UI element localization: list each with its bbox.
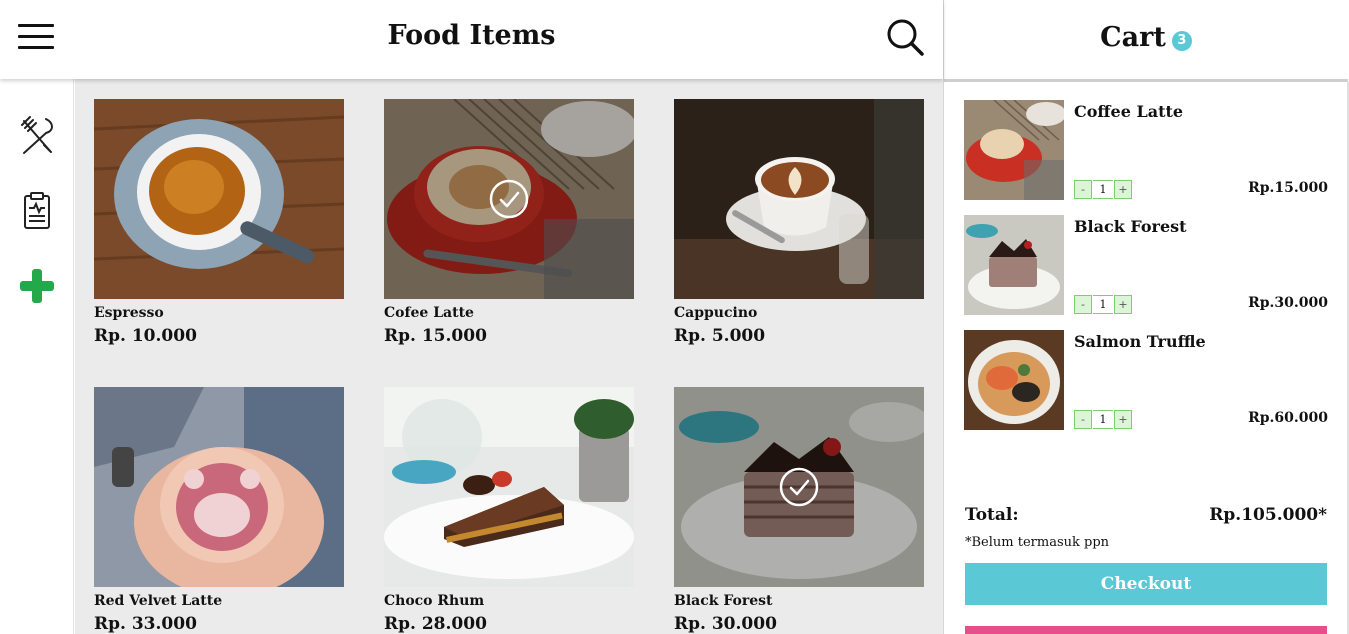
- food-image: [384, 99, 634, 299]
- total-label: Total:: [965, 505, 1019, 525]
- food-name: Black Forest: [674, 593, 773, 609]
- quantity-stepper: - 1 +: [1074, 410, 1132, 429]
- food-image: [94, 99, 344, 299]
- cart-item-image: [964, 215, 1064, 315]
- page-title: Food Items: [387, 20, 556, 51]
- cart-item-image: [964, 330, 1064, 430]
- food-name: Cofee Latte: [384, 305, 474, 321]
- food-card[interactable]: Cappucino Rp. 5.000: [674, 99, 924, 359]
- cart-item: Salmon Truffle - 1 + Rp.60.000: [964, 330, 1328, 430]
- food-price: Rp. 28.000: [384, 614, 487, 634]
- quantity-value[interactable]: 1: [1093, 295, 1113, 314]
- increase-button[interactable]: +: [1114, 410, 1132, 429]
- cart-item-name: Coffee Latte: [1074, 102, 1184, 121]
- cart-item-price: Rp.60.000: [1248, 410, 1328, 426]
- decrease-button[interactable]: -: [1074, 295, 1092, 314]
- check-circle-icon: [489, 179, 529, 219]
- cart-item-price: Rp.15.000: [1248, 180, 1328, 196]
- food-price: Rp. 33.000: [94, 614, 197, 634]
- food-name: Cappucino: [674, 305, 758, 321]
- food-card[interactable]: Choco Rhum Rp. 28.000: [384, 387, 634, 634]
- cart-title: Cart: [1100, 22, 1166, 53]
- food-price: Rp. 10.000: [94, 326, 197, 346]
- quantity-stepper: - 1 +: [1074, 295, 1132, 314]
- food-price: Rp. 15.000: [384, 326, 487, 346]
- cart-item-price: Rp.30.000: [1248, 295, 1328, 311]
- food-name: Red Velvet Latte: [94, 593, 223, 609]
- food-grid: Espresso Rp. 10.000 Cofee Latte Rp. 15.0…: [75, 79, 943, 634]
- cart-item: Coffee Latte - 1 + Rp.15.000: [964, 100, 1328, 200]
- sidebar: [0, 79, 74, 634]
- food-price: Rp. 5.000: [674, 326, 766, 346]
- cart-item-name: Salmon Truffle: [1074, 332, 1206, 351]
- food-card[interactable]: Espresso Rp. 10.000: [94, 99, 344, 359]
- food-image: [384, 387, 634, 587]
- food-card[interactable]: Red Velvet Latte Rp. 33.000: [94, 387, 344, 634]
- total-value: Rp.105.000*: [1209, 505, 1327, 525]
- quantity-value[interactable]: 1: [1093, 180, 1113, 199]
- food-price: Rp. 30.000: [674, 614, 777, 634]
- cart-item-image: [964, 100, 1064, 200]
- tax-note: *Belum termasuk ppn: [965, 535, 1110, 550]
- food-image: [674, 99, 924, 299]
- quantity-value[interactable]: 1: [1093, 410, 1113, 429]
- increase-button[interactable]: +: [1114, 295, 1132, 314]
- food-image: [94, 387, 344, 587]
- cart-item-name: Black Forest: [1074, 217, 1187, 236]
- cart-item: Black Forest - 1 + Rp.30.000: [964, 215, 1328, 315]
- cart-panel: Cart 3 Coffee Latte - 1 + Rp.15.000 Blac…: [943, 0, 1349, 634]
- fork-knife-icon[interactable]: [16, 115, 58, 157]
- clipboard-icon[interactable]: [16, 191, 58, 233]
- increase-button[interactable]: +: [1114, 180, 1132, 199]
- cancel-button[interactable]: [965, 626, 1327, 634]
- cart-header: Cart 3: [944, 0, 1348, 82]
- decrease-button[interactable]: -: [1074, 410, 1092, 429]
- food-name: Choco Rhum: [384, 593, 485, 609]
- food-card[interactable]: Black Forest Rp. 30.000: [674, 387, 924, 634]
- plus-icon[interactable]: [16, 265, 58, 307]
- search-icon[interactable]: [886, 18, 924, 56]
- food-card[interactable]: Cofee Latte Rp. 15.000: [384, 99, 634, 359]
- quantity-stepper: - 1 +: [1074, 180, 1132, 199]
- checkout-button[interactable]: Checkout: [965, 563, 1327, 605]
- food-image: [674, 387, 924, 587]
- check-circle-icon: [779, 467, 819, 507]
- food-name: Espresso: [94, 305, 164, 321]
- decrease-button[interactable]: -: [1074, 180, 1092, 199]
- top-bar: Food Items: [0, 0, 943, 79]
- cart-count-badge: 3: [1171, 30, 1192, 51]
